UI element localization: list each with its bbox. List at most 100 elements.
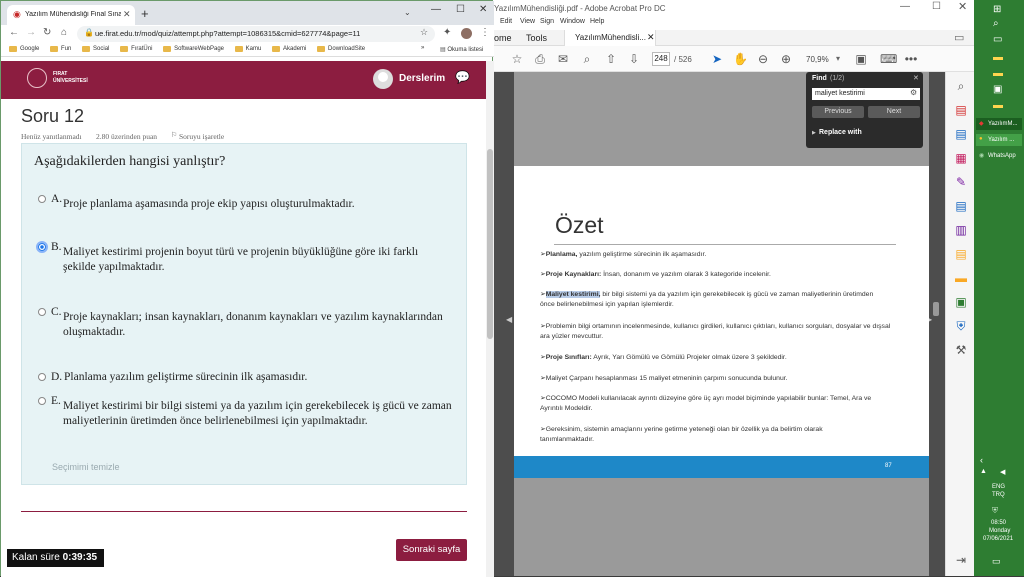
maximize-icon[interactable]: ☐ — [932, 1, 941, 12]
app-icon[interactable]: ▬ — [993, 100, 1003, 111]
reload-icon[interactable]: ↻ — [43, 27, 51, 38]
menu-edit[interactable]: Edit — [500, 18, 512, 25]
browser-tab[interactable]: ◉ Yazılım Mühendisliği Final Sınav... ✕ — [7, 5, 135, 25]
mail-icon[interactable]: ✉ — [556, 52, 570, 66]
clear-selection-link[interactable]: Seçimimi temizle — [52, 462, 120, 472]
more-tools-icon[interactable]: ⚒ — [953, 342, 969, 358]
clock-time[interactable]: 08:50 — [991, 520, 1006, 526]
collapse-pane-icon[interactable]: ⇥ — [953, 552, 969, 568]
tray-chevron-icon[interactable]: ‹ — [980, 455, 983, 465]
address-bar[interactable]: 🔒 ue.firat.edu.tr/mod/quiz/attempt.php?a… — [77, 26, 435, 42]
bookmark-item[interactable]: DownloadSite — [317, 46, 365, 52]
notification-icon[interactable]: ▭ — [992, 556, 1001, 567]
bookmarks-overflow-icon[interactable]: » — [421, 45, 424, 51]
more-icon[interactable]: ••• — [904, 52, 918, 66]
document-viewport[interactable]: ◀ ▶ Özet ➢Planlama, yazılım geliştirme s… — [480, 72, 945, 576]
radio-a[interactable] — [38, 195, 46, 203]
lang-secondary[interactable]: TRQ — [992, 492, 1005, 498]
bookmark-item[interactable]: Social — [82, 46, 109, 52]
user-avatar[interactable] — [373, 69, 393, 89]
reading-list[interactable]: ▤ Okuma listesi — [440, 46, 483, 53]
comment-tool-icon[interactable]: ▬ — [953, 270, 969, 286]
tab-home[interactable]: ome — [494, 33, 512, 43]
comment-icon[interactable]: ▭ — [954, 31, 964, 44]
tab-tools[interactable]: Tools — [526, 33, 547, 43]
chrome-menu-icon[interactable]: ⋮ — [480, 27, 490, 38]
radio-c[interactable] — [38, 308, 46, 316]
page-scrollbar-thumb[interactable] — [487, 149, 493, 339]
back-icon[interactable]: ← — [9, 27, 19, 38]
close-icon[interactable]: ✕ — [479, 4, 487, 15]
tab-close-icon[interactable]: ✕ — [123, 9, 131, 20]
messages-icon[interactable]: 💬 — [455, 70, 470, 84]
keyboard-icon[interactable]: ⌨ — [880, 52, 897, 66]
lock-icon[interactable]: 🔒 — [84, 28, 94, 37]
option-e[interactable]: E. Maliyet kestirimi bir bilgi sistemi y… — [22, 395, 466, 430]
page-scrollbar-track[interactable] — [486, 61, 494, 577]
star-icon[interactable]: ☆ — [510, 52, 524, 66]
fill-sign-icon[interactable]: ▤ — [953, 246, 969, 262]
profile-avatar[interactable] — [461, 28, 472, 39]
combine-icon[interactable]: ▤ — [953, 198, 969, 214]
page-down-icon[interactable]: ⇩ — [627, 52, 641, 66]
taskbar-app-chrome[interactable]: ● Yazılım ... — [976, 134, 1022, 146]
bookmark-item[interactable]: Kamu — [234, 46, 261, 52]
find-previous-button[interactable]: Previous — [812, 106, 864, 118]
tab-close-icon[interactable]: ✕ — [647, 32, 655, 43]
option-d[interactable]: D. Planlama yazılım geliştirme sürecinin… — [22, 371, 466, 390]
create-pdf-icon[interactable]: ▤ — [953, 102, 969, 118]
option-b[interactable]: B. Maliyet kestirimi projenin boyut türü… — [22, 241, 466, 276]
flag-question-link[interactable]: Soruyu işaretle — [179, 132, 224, 141]
bookmark-item[interactable]: SoftwareWebPage — [163, 46, 224, 52]
page-number-input[interactable]: 248 — [652, 52, 670, 66]
explorer-icon[interactable]: ▬ — [993, 52, 1003, 63]
minimize-icon[interactable]: — — [431, 4, 441, 15]
radio-b-selected[interactable] — [36, 241, 48, 253]
network-icon[interactable]: ▲ — [980, 468, 987, 475]
replace-expand-icon[interactable]: ▶ — [812, 130, 816, 136]
lang-primary[interactable]: ENG — [992, 484, 1005, 490]
edit-pdf-icon[interactable]: ✎ — [953, 174, 969, 190]
new-tab-icon[interactable]: + — [141, 6, 149, 21]
bookmark-item[interactable]: Fun — [50, 46, 71, 52]
viewport-scrollbar[interactable] — [933, 302, 939, 316]
page-up-icon[interactable]: ⇧ — [604, 52, 618, 66]
find-settings-icon[interactable]: ⚙ — [910, 88, 917, 97]
prev-page-arrow-icon[interactable]: ◀ — [506, 315, 512, 324]
zoom-in-icon[interactable]: ⊕ — [779, 52, 793, 66]
find-close-icon[interactable]: ✕ — [913, 74, 919, 82]
search-icon[interactable]: ⌕ — [993, 18, 999, 29]
zoom-search-icon[interactable]: ⌕ — [580, 52, 594, 66]
folder-icon[interactable]: ▬ — [993, 68, 1003, 79]
menu-sign[interactable]: Sign — [540, 18, 554, 25]
volume-icon[interactable]: ◀ — [1000, 468, 1005, 476]
taskbar-app-acrobat[interactable]: ◆ YazılımM... — [976, 118, 1022, 130]
search-tool-icon[interactable]: ⌕ — [953, 78, 969, 94]
replace-with-toggle[interactable]: Replace with — [819, 129, 862, 136]
clock-date[interactable]: 07/06/2021 — [983, 536, 1013, 542]
task-view-icon[interactable]: ▭ — [993, 34, 1002, 45]
url-text[interactable]: ue.firat.edu.tr/mod/quiz/attempt.php?att… — [95, 29, 360, 38]
clock-day[interactable]: Monday — [989, 528, 1010, 534]
compress-icon[interactable]: ▥ — [953, 222, 969, 238]
security-icon[interactable]: ⛨ — [992, 506, 998, 516]
menu-window[interactable]: Window — [560, 18, 585, 25]
hand-icon[interactable]: ✋ — [733, 52, 748, 66]
bookmark-star-icon[interactable]: ☆ — [420, 27, 428, 38]
flag-icon[interactable]: ⚐ — [171, 131, 177, 139]
extensions-icon[interactable]: ✦ — [443, 27, 451, 38]
menu-view[interactable]: View — [520, 18, 535, 25]
scan-icon[interactable]: ▣ — [953, 294, 969, 310]
protect-icon[interactable]: ⛨ — [953, 318, 969, 334]
zoom-dropdown-icon[interactable]: ▾ — [836, 54, 840, 63]
university-logo-icon[interactable] — [27, 68, 47, 88]
windows-icon[interactable]: ⊞ — [993, 4, 1001, 15]
user-menu[interactable]: Derslerim — [399, 73, 445, 84]
store-icon[interactable]: ▣ — [993, 84, 1002, 95]
zoom-level[interactable]: 70,9% — [806, 55, 829, 64]
menu-help[interactable]: Help — [590, 18, 604, 25]
minimize-icon[interactable]: — — [900, 1, 910, 12]
find-next-button[interactable]: Next — [868, 106, 920, 118]
bookmark-item[interactable]: FıratÜni — [120, 46, 152, 52]
export-pdf-icon[interactable]: ▤ — [953, 126, 969, 142]
